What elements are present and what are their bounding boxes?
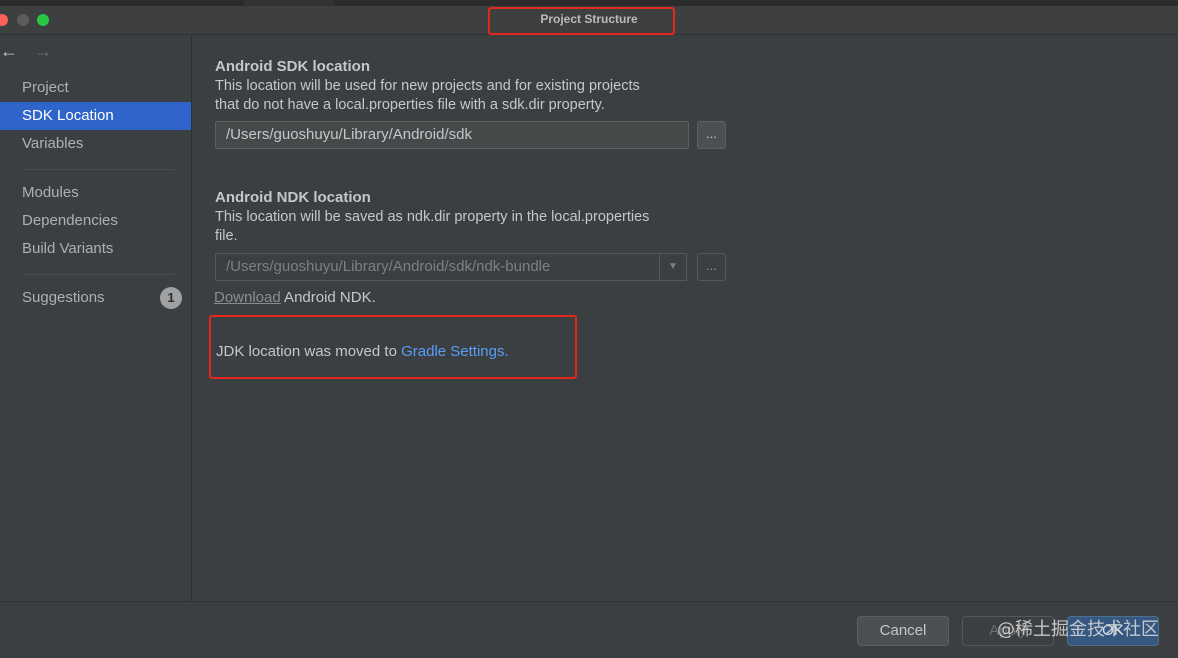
ndk-path-combo[interactable]: /Users/guoshuyu/Library/Android/sdk/ndk-… [215,253,660,281]
sidebar-item-project[interactable]: Project [0,74,191,102]
ndk-browse-button[interactable]: ... [697,253,726,281]
sidebar: ← → Project SDK Location Variables Modul… [0,35,192,601]
download-ndk-link[interactable]: Download [214,289,281,306]
dialog-button-bar: Cancel Apply OK [0,601,1178,658]
project-structure-dialog: Project Structure ← → Project SDK Locati… [0,0,1178,658]
ndk-description-line-2: file. [215,228,238,244]
sdk-path-field[interactable]: /Users/guoshuyu/Library/Android/sdk [215,121,689,149]
sidebar-divider [22,169,174,170]
sidebar-item-modules[interactable]: Modules [0,179,191,207]
jdk-highlight-annotation [209,315,577,379]
sdk-description-line-2: that do not have a local.properties file… [215,97,605,113]
suggestions-count-badge: 1 [160,287,182,309]
sidebar-item-sdk-location[interactable]: SDK Location [0,102,191,130]
sidebar-item-dependencies[interactable]: Dependencies [0,207,191,235]
download-ndk-line: Download Android NDK. [214,289,376,306]
back-arrow-icon[interactable]: ← [0,41,18,61]
forward-arrow-icon: → [34,41,52,61]
ndk-section-title: Android NDK location [215,189,371,206]
sdk-browse-button[interactable]: ... [697,121,726,149]
sdk-location-panel: Android SDK location This location will … [192,35,1178,601]
download-ndk-suffix: Android NDK. [280,289,376,306]
sidebar-divider [22,274,174,275]
title-bar: Project Structure [0,6,1178,35]
ndk-description-line-1: This location will be saved as ndk.dir p… [215,209,650,225]
sidebar-item-variables[interactable]: Variables [0,130,191,158]
sidebar-item-build-variants[interactable]: Build Variants [0,235,191,263]
chevron-down-icon[interactable]: ▼ [659,253,687,281]
apply-button[interactable]: Apply [962,616,1054,646]
title-highlight-annotation [488,7,675,35]
sdk-section-title: Android SDK location [215,58,370,75]
cancel-button[interactable]: Cancel [857,616,949,646]
ok-button[interactable]: OK [1067,616,1159,646]
sdk-description-line-1: This location will be used for new proje… [215,78,640,94]
